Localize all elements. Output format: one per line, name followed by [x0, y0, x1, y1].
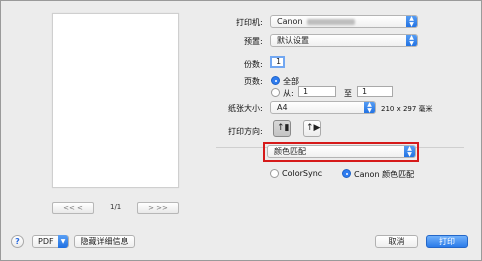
portrait-orientation-button[interactable]: ↑▮: [273, 120, 291, 137]
portrait-icon: ↑▮: [277, 123, 290, 133]
paper-size-popup[interactable]: A4 ▲ ▼: [270, 101, 376, 114]
pages-label: 页数:: [244, 77, 263, 86]
page-counter: 1/1: [110, 203, 122, 211]
printer-popup[interactable]: Canon ▲ ▼: [270, 15, 418, 28]
pages-from-label: 从:: [283, 89, 294, 98]
orientation-label: 打印方向:: [228, 127, 263, 136]
paper-size-label: 纸张大小:: [228, 104, 263, 113]
section-popup[interactable]: 颜色匹配 ▲ ▼: [267, 145, 416, 158]
printer-label: 打印机:: [236, 18, 263, 27]
pages-to-field[interactable]: 1: [357, 86, 393, 97]
pages-to-label: 至: [344, 89, 352, 98]
presets-popup[interactable]: 默认设置 ▲ ▼: [270, 34, 418, 47]
copies-label: 份数:: [244, 60, 263, 69]
colorsync-radio[interactable]: [270, 169, 279, 178]
landscape-orientation-button[interactable]: ↑▶: [303, 120, 321, 137]
canon-color-matching-label: Canon 颜色匹配: [354, 170, 415, 179]
popup-arrows-icon: ▲ ▼: [406, 35, 417, 46]
section-value: 颜色匹配: [274, 147, 306, 156]
canon-color-matching-radio[interactable]: [342, 169, 351, 178]
prev-page-button[interactable]: << <: [52, 202, 94, 214]
popup-arrows-icon: ▲ ▼: [404, 146, 415, 157]
presets-label: 预置:: [244, 37, 263, 46]
popup-arrows-icon: ▲ ▼: [406, 16, 417, 27]
pages-range-radio[interactable]: [271, 88, 280, 97]
pdf-menu-button[interactable]: PDF ▼: [32, 235, 69, 248]
pages-from-field[interactable]: 1: [298, 86, 336, 97]
pdf-label: PDF: [38, 237, 54, 246]
cancel-button[interactable]: 取消: [375, 235, 418, 248]
next-page-button[interactable]: > >>: [137, 202, 179, 214]
printer-name-redacted: [306, 18, 355, 25]
paper-dimensions: 210 x 297 毫米: [381, 105, 433, 113]
copies-field[interactable]: 1: [270, 56, 285, 68]
hide-details-button[interactable]: 隐藏详细信息: [74, 235, 135, 248]
chevron-down-icon: ▼: [58, 235, 68, 248]
pages-all-radio[interactable]: [271, 76, 280, 85]
presets-value: 默认设置: [277, 36, 309, 45]
colorsync-label: ColorSync: [282, 169, 323, 178]
printer-value: Canon: [277, 17, 303, 26]
print-button[interactable]: 打印: [426, 235, 468, 248]
print-dialog: << < 1/1 > >> 打印机: Canon ▲ ▼ 预置: 默认设置 ▲ ▼ …: [0, 0, 482, 261]
pages-all-label: 全部: [283, 77, 299, 86]
help-button[interactable]: ?: [11, 235, 24, 248]
page-preview: [52, 13, 179, 188]
paper-size-value: A4: [277, 103, 288, 112]
popup-arrows-icon: ▲ ▼: [364, 102, 375, 113]
landscape-icon: ↑▶: [306, 123, 321, 133]
